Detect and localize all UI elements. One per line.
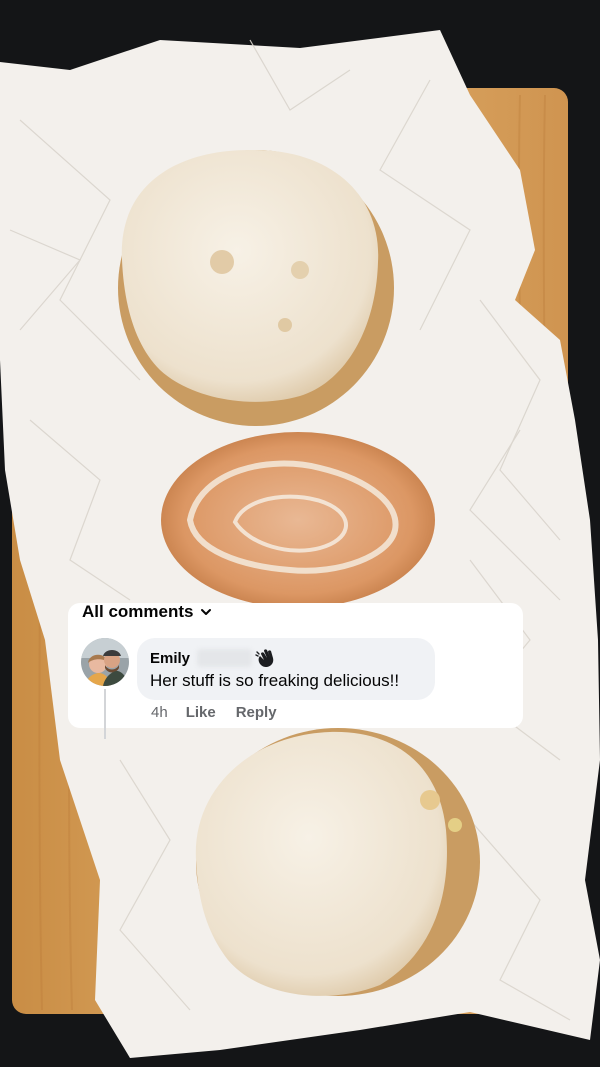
comment-text: Her stuff is so freaking delicious!! [150,671,400,690]
thread-line [104,689,106,739]
chevron-down-icon [201,609,212,615]
top-glazed-pastry [118,149,394,426]
middle-glazed-roll [161,432,435,608]
bottom-glazed-pastry [195,728,480,996]
all-comments-sort-button[interactable]: All comments [82,602,213,621]
like-button[interactable]: Like [186,704,216,721]
food-photo-background [0,0,600,1067]
profile-photo [81,638,129,686]
reply-button[interactable]: Reply [236,704,277,721]
comment-bubble: Emily Her stuff is so freaking delicious… [137,638,435,700]
comment-timestamp[interactable]: 4h [151,704,168,721]
avatar[interactable] [81,638,129,686]
comment-author[interactable]: Emily [150,650,190,667]
waving-hand-icon [255,649,274,667]
all-comments-label: All comments [82,602,194,621]
redacted-name [197,649,252,667]
comment-card: All comments Emily Her stuff is so freak… [68,602,523,739]
comment-actions: 4h Like Reply [151,704,277,721]
